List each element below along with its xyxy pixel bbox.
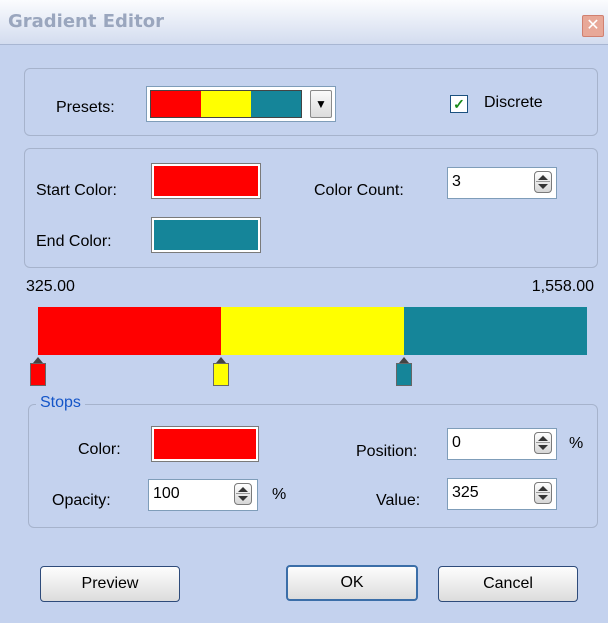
color-count-label: Color Count: <box>314 182 404 199</box>
end-color-swatch[interactable] <box>151 217 261 253</box>
ok-button[interactable]: OK <box>286 565 418 601</box>
opacity-label: Opacity: <box>52 492 111 509</box>
gradient-segment <box>403 307 587 355</box>
window-title: Gradient Editor <box>8 11 164 32</box>
opacity-unit: % <box>272 486 287 503</box>
title-bar: Gradient Editor ✕ <box>0 0 608 45</box>
value-spinner[interactable] <box>534 482 552 504</box>
preview-button[interactable]: Preview <box>40 566 180 602</box>
presets-label: Presets: <box>56 99 115 116</box>
start-color-label: Start Color: <box>36 182 117 199</box>
stop-color-swatch[interactable] <box>151 426 259 462</box>
presets-dropdown[interactable]: ▼ <box>146 86 336 122</box>
discrete-label: Discrete <box>484 94 543 111</box>
gradient-stop-marker[interactable] <box>396 357 413 387</box>
gradient-preview-bar[interactable] <box>38 307 587 355</box>
position-spinner[interactable] <box>534 432 552 454</box>
preset-segment <box>151 91 201 117</box>
discrete-checkbox[interactable]: ✓ <box>450 95 468 113</box>
value-label: Value: <box>376 492 421 509</box>
position-unit: % <box>569 435 584 452</box>
color-count-spinner[interactable] <box>534 171 552 193</box>
cancel-button[interactable]: Cancel <box>438 566 578 602</box>
gradient-stop-marker[interactable] <box>30 357 46 387</box>
gradient-stop-marker[interactable] <box>212 357 229 387</box>
end-color-label: End Color: <box>36 233 112 250</box>
stop-color-label: Color: <box>78 441 121 458</box>
gradient-segment <box>38 307 221 355</box>
preset-segment <box>251 91 301 117</box>
close-icon[interactable]: ✕ <box>582 15 604 37</box>
stops-legend: Stops <box>36 394 85 412</box>
range-min-label: 325.00 <box>26 278 75 295</box>
gradient-segment <box>220 307 404 355</box>
opacity-spinner[interactable] <box>234 483 252 505</box>
position-label: Position: <box>356 443 418 460</box>
chevron-down-icon[interactable]: ▼ <box>310 90 332 118</box>
preset-gradient-preview <box>150 90 302 118</box>
range-max-label: 1,558.00 <box>531 278 594 295</box>
preset-segment <box>201 91 251 117</box>
start-color-swatch[interactable] <box>151 163 261 199</box>
